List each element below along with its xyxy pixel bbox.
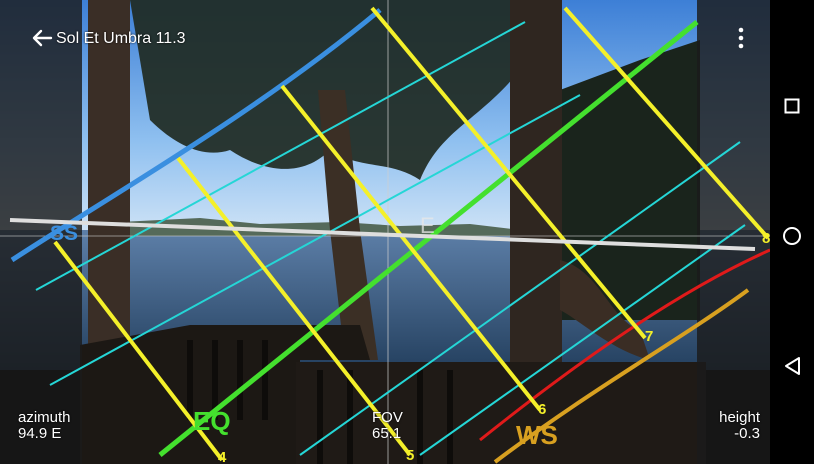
square-icon	[784, 98, 800, 114]
azimuth-value: 94.9 E	[18, 425, 62, 442]
azimuth-label: azimuth	[18, 409, 71, 426]
home-button[interactable]	[770, 214, 814, 258]
height-value: -0.3	[734, 425, 760, 442]
hour-label-8: 8	[762, 230, 770, 247]
label-winter-solstice: WS	[516, 420, 558, 450]
label-equinox: EQ	[193, 406, 231, 436]
height-label: height	[719, 409, 760, 426]
back-button[interactable]	[26, 22, 58, 54]
nav-back-button[interactable]	[770, 344, 814, 388]
tree-trunk-right	[510, 0, 562, 400]
fov-value: 65.1	[372, 425, 402, 442]
app-title: Sol Et Umbra 11.3	[56, 30, 186, 47]
arrow-left-icon	[32, 29, 53, 47]
height-readout: height -0.3	[710, 410, 760, 442]
more-vert-icon	[738, 27, 744, 49]
screen: E SS EQ WS 4 5 6 7 8 Sol Et Umbra 11.3 a…	[0, 0, 814, 464]
tree-trunk-left	[88, 0, 130, 360]
hour-label-7: 7	[645, 328, 653, 345]
label-summer-solstice: SS	[50, 222, 78, 245]
circle-icon	[783, 227, 801, 245]
triangle-left-icon	[785, 357, 800, 375]
fov-readout: FOV 65.1	[372, 410, 403, 442]
azimuth-readout: azimuth 94.9 E	[18, 410, 71, 442]
fov-label: FOV	[372, 409, 403, 426]
hour-label-5: 5	[406, 447, 414, 464]
horizon-marker: E	[420, 213, 435, 238]
hour-label-6: 6	[538, 401, 546, 418]
system-navigation-bar	[770, 0, 814, 464]
hour-label-4: 4	[218, 449, 227, 464]
camera-view[interactable]: E SS EQ WS 4 5 6 7 8	[0, 0, 770, 464]
recents-button[interactable]	[770, 84, 814, 128]
overflow-menu-button[interactable]	[726, 22, 756, 54]
